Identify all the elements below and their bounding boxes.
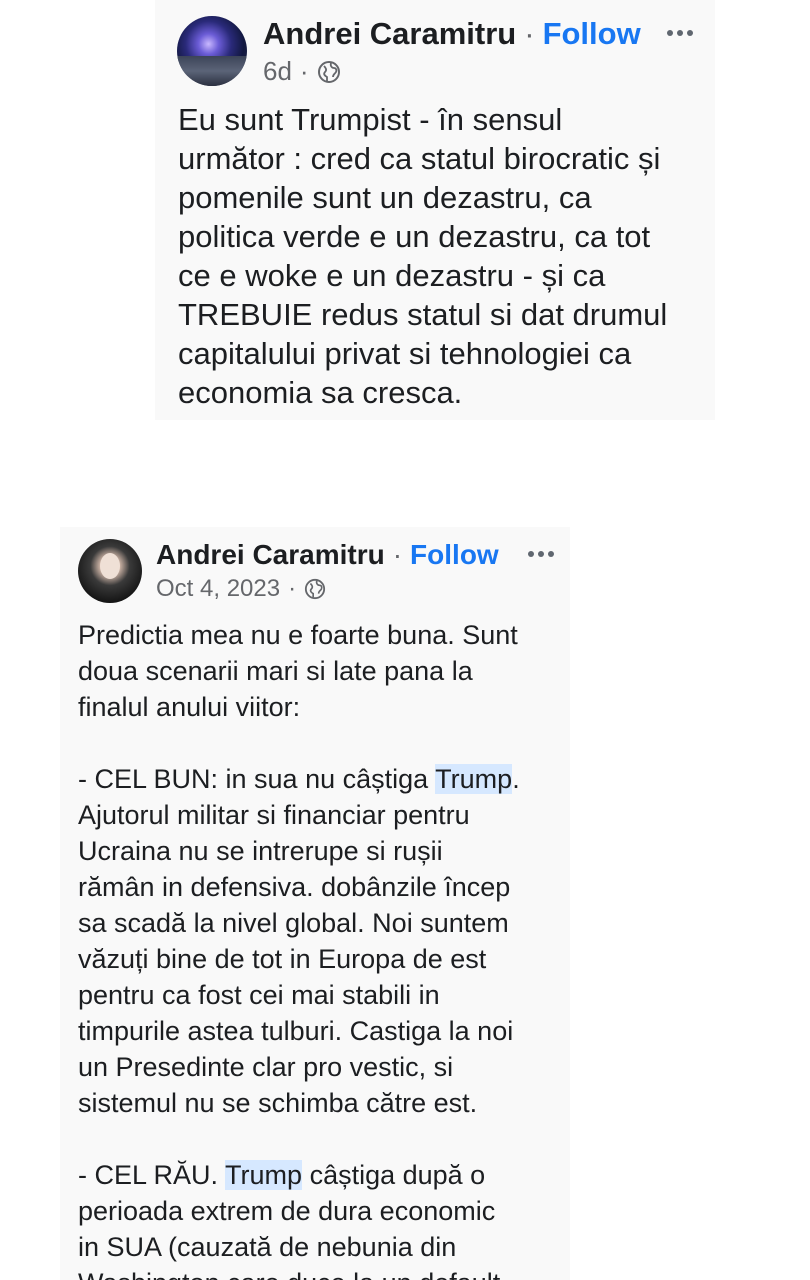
post-header: Andrei Caramitru · Follow [263, 16, 641, 52]
post-body: Eu sunt Trumpist - în sensul următor : c… [178, 102, 668, 410]
header-separator: · [392, 539, 403, 570]
post-header: Andrei Caramitru · Follow [156, 539, 499, 571]
scenario-good-text: . Ajutorul militar si financiar pentru U… [78, 764, 520, 1118]
post-timestamp[interactable]: 6d [263, 56, 292, 87]
author-name[interactable]: Andrei Caramitru [263, 16, 516, 52]
post-card-1: Andrei Caramitru · Follow 6d · Eu sunt T… [155, 0, 715, 420]
highlighted-keyword: Trump [435, 764, 513, 794]
more-options-icon[interactable] [528, 551, 554, 557]
post-timestamp[interactable]: Oct 4, 2023 [156, 575, 280, 603]
paragraph-intro: Predictia mea nu e foarte buna. Sunt dou… [78, 620, 518, 722]
globe-icon [317, 60, 340, 83]
meta-separator: · [299, 56, 309, 86]
follow-button[interactable]: Follow [410, 539, 499, 571]
globe-icon [304, 578, 326, 600]
post-card-2: Andrei Caramitru · Follow Oct 4, 2023 · … [60, 527, 570, 1280]
author-avatar[interactable] [78, 539, 142, 603]
post-meta: 6d · [263, 56, 341, 87]
highlighted-keyword: Trump [225, 1160, 303, 1190]
header-separator: · [524, 16, 535, 51]
author-name[interactable]: Andrei Caramitru [156, 539, 385, 571]
more-options-icon[interactable] [667, 30, 693, 36]
scenario-bad-prefix: - CEL RĂU. [78, 1160, 226, 1190]
follow-button[interactable]: Follow [543, 16, 641, 52]
post-body: Predictia mea nu e foarte buna. Sunt dou… [78, 617, 558, 1280]
post-meta: Oct 4, 2023 · [156, 575, 326, 603]
meta-separator: · [288, 575, 297, 602]
scenario-good-prefix: - CEL BUN: in sua nu câștiga [78, 764, 436, 794]
author-avatar[interactable] [177, 16, 247, 86]
